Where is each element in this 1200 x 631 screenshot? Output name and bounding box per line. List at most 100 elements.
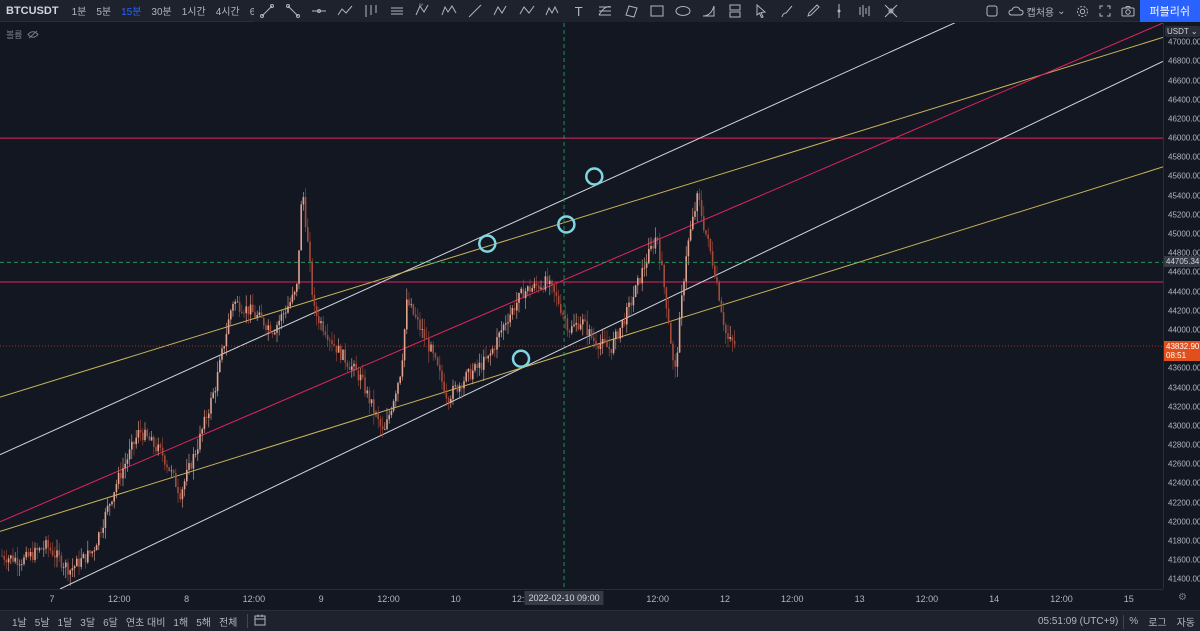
snapshot-save-button[interactable]: 캡처용 ⌄ — [1003, 0, 1071, 22]
candle-body — [463, 381, 465, 389]
interval-2[interactable]: 15분 — [116, 3, 146, 18]
range-1[interactable]: 5날 — [31, 614, 54, 629]
candle-body — [496, 337, 498, 350]
ellipse-icon[interactable] — [670, 0, 696, 22]
brush-icon[interactable] — [774, 0, 800, 22]
rotated-rect-icon[interactable] — [618, 0, 644, 22]
candle-body — [639, 278, 641, 284]
candle-body — [648, 248, 650, 264]
range-4[interactable]: 6달 — [99, 614, 122, 629]
candle-body — [146, 429, 148, 437]
time-tick-label: 8 — [184, 594, 190, 604]
time-tick-label: 12:00 — [108, 594, 131, 604]
price-tick-label: 42000.00 — [1168, 517, 1200, 527]
pencil-icon[interactable] — [800, 0, 826, 22]
log-scale-toggle[interactable]: 로그 — [1143, 614, 1171, 629]
candle-body — [467, 368, 470, 373]
candle-body — [16, 557, 19, 566]
candle-body — [236, 301, 239, 303]
interval-5[interactable]: 4시간 — [211, 3, 245, 18]
candle-body — [47, 540, 49, 548]
interval-1[interactable]: 5분 — [91, 3, 116, 18]
time-tick-label: 13 — [854, 594, 865, 604]
calendar-goto-icon[interactable] — [254, 614, 266, 629]
fib-retracement-icon[interactable] — [592, 0, 618, 22]
axis-settings-icon[interactable]: ⚙ — [1178, 592, 1187, 603]
ray-icon[interactable] — [280, 0, 306, 22]
range-8[interactable]: 전체 — [215, 614, 241, 629]
time-tick-label: 12 — [719, 594, 731, 604]
price-chart[interactable] — [0, 23, 1163, 589]
range-7[interactable]: 5해 — [192, 614, 215, 629]
range-0[interactable]: 1날 — [8, 614, 31, 629]
three-drives-icon[interactable] — [540, 0, 566, 22]
long-position-icon[interactable] — [722, 0, 748, 22]
svg-text:W: W — [419, 3, 423, 7]
bar-countdown: 08:51 — [1166, 351, 1187, 360]
candle-body — [637, 278, 639, 286]
range-2[interactable]: 1달 — [54, 614, 77, 629]
gear-icon[interactable] — [1071, 0, 1094, 22]
volume-label: 볼륨 — [6, 30, 23, 40]
cloud-icon — [1008, 6, 1024, 16]
highlight-circle — [557, 215, 576, 234]
candle-body — [170, 470, 173, 472]
abcd-pattern-icon[interactable] — [514, 0, 540, 22]
xabcd-pattern-icon[interactable]: W — [410, 0, 436, 22]
candle-body — [485, 356, 487, 359]
timezone-clock[interactable]: 05:51:09 (UTC+9) — [1033, 616, 1123, 627]
candle-body — [104, 511, 107, 528]
currency-unit-select[interactable]: USDT ⌄ — [1165, 26, 1200, 37]
candle-body — [520, 288, 522, 293]
candle-body — [498, 332, 500, 338]
candle-body — [214, 391, 217, 393]
candle-body — [84, 554, 87, 563]
cross-icon[interactable] — [878, 0, 904, 22]
horizontal-line-icon[interactable] — [306, 0, 332, 22]
fullscreen-icon[interactable] — [1094, 0, 1116, 22]
pitchfork-icon[interactable] — [358, 0, 384, 22]
text-icon[interactable]: T — [566, 0, 592, 22]
candle-body — [322, 321, 324, 332]
percent-scale-toggle[interactable]: % — [1124, 616, 1143, 627]
polyline-icon[interactable] — [332, 0, 358, 22]
elliott-wave-icon[interactable] — [436, 0, 462, 22]
interval-3[interactable]: 30분 — [146, 3, 176, 18]
range-5[interactable]: 연초 대비 — [122, 614, 170, 629]
vertical-line-icon[interactable] — [826, 0, 852, 22]
parallel-channel-icon[interactable] — [384, 0, 410, 22]
rectangle-icon[interactable] — [644, 0, 670, 22]
range-3[interactable]: 3달 — [76, 614, 99, 629]
publish-button[interactable]: 퍼블리쉬 — [1139, 0, 1200, 22]
candle-body — [144, 429, 146, 441]
chart-canvas[interactable] — [0, 23, 1163, 589]
candle-body — [643, 267, 646, 269]
candle-body — [656, 237, 659, 240]
candle-body — [25, 551, 27, 558]
candle-body — [491, 348, 494, 354]
eye-hidden-icon[interactable] — [26, 30, 39, 39]
candle-body — [36, 547, 38, 551]
interval-selector: 1분5분15분30분1시간4시간6시 — [67, 3, 270, 18]
candle-body — [183, 481, 186, 490]
interval-0[interactable]: 1분 — [67, 3, 92, 18]
layout-checkbox[interactable] — [981, 0, 1003, 22]
candle-body — [3, 555, 5, 560]
arc-icon[interactable] — [696, 0, 722, 22]
bars-icon[interactable] — [852, 0, 878, 22]
auto-scale-toggle[interactable]: 자동 — [1172, 614, 1200, 629]
candle-body — [401, 360, 404, 377]
path-icon[interactable] — [462, 0, 488, 22]
yellow-channel-upper-line — [0, 36, 1163, 398]
cursor-icon[interactable] — [748, 0, 774, 22]
xabcd-icon[interactable] — [488, 0, 514, 22]
range-6[interactable]: 1해 — [169, 614, 192, 629]
candle-body — [56, 550, 58, 558]
trend-line-icon[interactable] — [254, 0, 280, 22]
interval-4[interactable]: 1시간 — [177, 3, 211, 18]
candle-body — [249, 304, 252, 315]
camera-icon[interactable] — [1116, 0, 1140, 22]
symbol-name[interactable]: BTCUSDT — [0, 5, 67, 17]
candle-body — [544, 276, 547, 290]
candle-body — [564, 314, 566, 319]
